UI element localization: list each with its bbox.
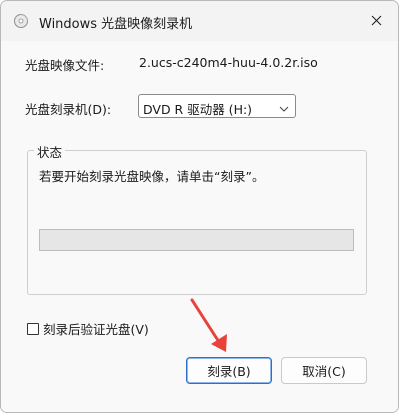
burn-progress-bar (39, 229, 354, 251)
image-file-value: 2.ucs-c240m4-huu-4.0.2r.iso (139, 55, 318, 70)
burner-label: 光盘刻录机(D): (25, 102, 112, 117)
title-bar: Windows 光盘映像刻录机 (1, 1, 398, 41)
image-file-label: 光盘映像文件: (25, 58, 105, 73)
window-title: Windows 光盘映像刻录机 (39, 17, 193, 32)
status-message: 若要开始刻录光盘映像，请单击“刻录”。 (39, 169, 265, 184)
close-icon (371, 15, 381, 25)
burn-button[interactable]: 刻录(B) (186, 357, 272, 384)
chevron-down-icon (279, 102, 289, 112)
disc-image-burner-dialog: Windows 光盘映像刻录机 光盘映像文件: 2.ucs-c240m4-huu… (0, 0, 399, 413)
verify-checkbox-box[interactable] (27, 322, 39, 335)
status-group: 状态 若要开始刻录光盘映像，请单击“刻录”。 (27, 142, 367, 295)
status-legend: 状态 (34, 142, 66, 161)
disc-burner-icon (13, 13, 29, 29)
verify-checkbox-label: 刻录后验证光盘(V) (43, 322, 149, 337)
annotation-arrow-icon (190, 298, 227, 352)
close-button[interactable] (360, 6, 392, 34)
burner-select-value: DVD R 驱动器 (H:) (143, 102, 253, 117)
burner-select[interactable]: DVD R 驱动器 (H:) (138, 94, 296, 118)
cancel-button[interactable]: 取消(C) (281, 357, 367, 384)
verify-checkbox[interactable]: 刻录后验证光盘(V) (27, 319, 149, 338)
